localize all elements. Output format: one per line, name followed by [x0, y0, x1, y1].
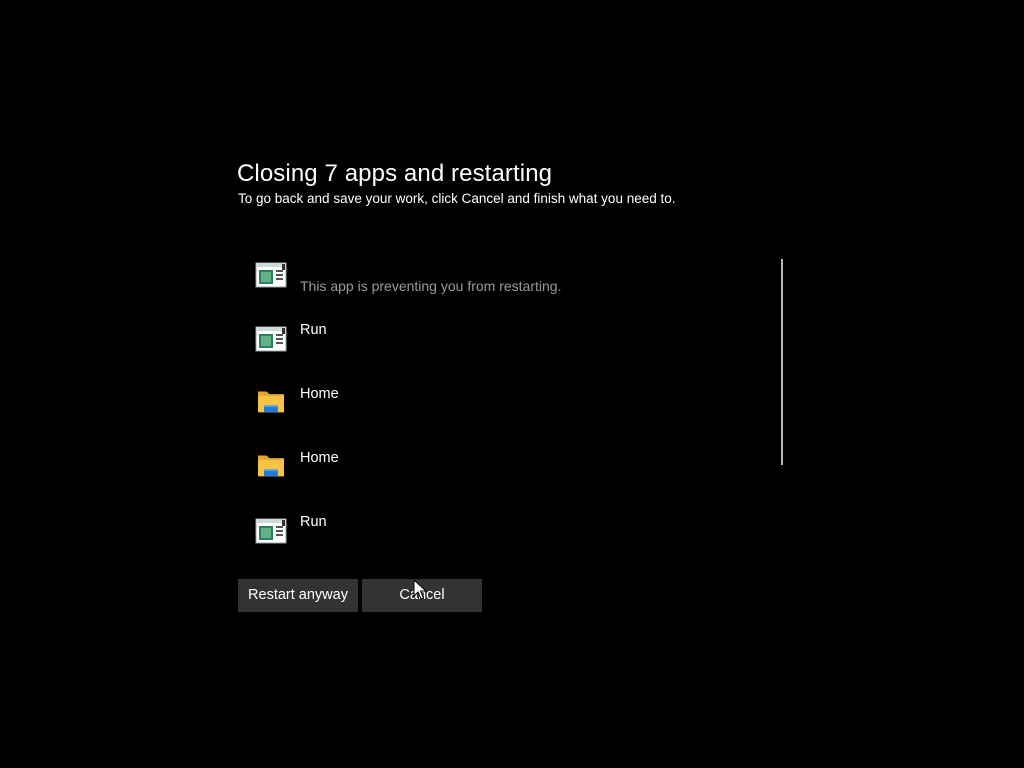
restart-anyway-button[interactable]: Restart anyway	[238, 579, 358, 612]
app-blocking-note: This app is preventing you from restarti…	[300, 278, 562, 294]
app-name: Run	[300, 514, 327, 530]
list-item-blocking-app: This app is preventing you from restarti…	[252, 258, 752, 318]
app-window-icon	[255, 326, 287, 352]
page-subtitle: To go back and save your work, click Can…	[238, 191, 676, 206]
list-item-home: Home	[252, 386, 752, 446]
app-name: Home	[300, 386, 339, 402]
app-list[interactable]: This app is preventing you from restarti…	[252, 258, 780, 558]
list-item-run: Run	[252, 322, 752, 382]
app-window-icon	[255, 518, 287, 544]
list-scrollbar[interactable]	[781, 259, 783, 465]
folder-icon	[258, 455, 284, 477]
folder-icon	[258, 391, 284, 413]
app-name: Home	[300, 450, 339, 466]
app-name: Run	[300, 322, 327, 338]
mouse-cursor-icon	[413, 579, 427, 600]
list-item-run: Run	[252, 514, 752, 574]
list-item-home: Home	[252, 450, 752, 510]
page-title: Closing 7 apps and restarting	[237, 160, 553, 187]
app-window-icon	[255, 262, 287, 288]
restart-screen: Closing 7 apps and restarting To go back…	[0, 0, 1024, 768]
